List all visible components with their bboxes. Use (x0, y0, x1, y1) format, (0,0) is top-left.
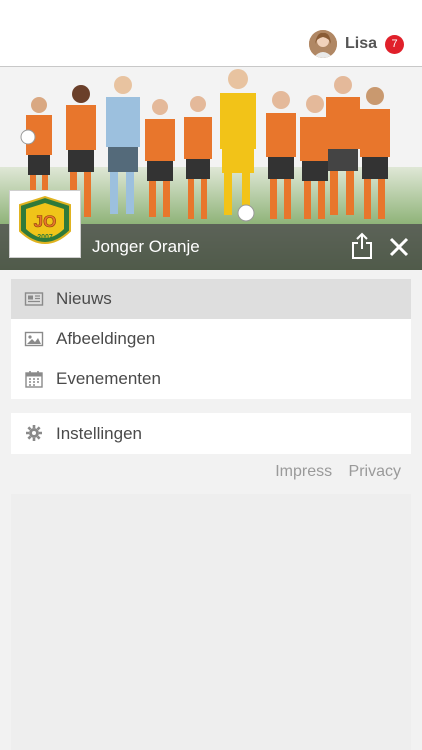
primary-menu: Nieuws Afbeeldingen Evenementen (11, 279, 411, 399)
secondary-menu: Instellingen (11, 413, 411, 454)
menu-label: Instellingen (56, 423, 143, 443)
content-area (11, 494, 411, 750)
user-name[interactable]: Lisa (345, 35, 377, 53)
image-icon (24, 331, 44, 347)
menu-label: Afbeeldingen (56, 329, 156, 348)
calendar-icon (25, 371, 43, 388)
avatar[interactable] (308, 30, 337, 58)
top-bar: Lisa 7 (0, 0, 422, 67)
menu-item-evenementen[interactable]: Evenementen (11, 359, 411, 399)
menu-item-nieuws[interactable]: Nieuws (11, 279, 411, 319)
team-header: Jonger Oranje JO 2007 (0, 67, 422, 270)
impress-link[interactable]: Impress (275, 463, 332, 480)
footer-links: Impress Privacy (263, 463, 401, 481)
menu-item-instellingen[interactable]: Instellingen (11, 413, 411, 454)
privacy-link[interactable]: Privacy (349, 463, 401, 480)
team-logo: JO 2007 (9, 190, 81, 258)
gear-icon (26, 425, 42, 441)
user-profile[interactable]: Lisa 7 (308, 29, 404, 59)
newspaper-icon (24, 292, 44, 306)
menu-item-afbeeldingen[interactable]: Afbeeldingen (11, 319, 411, 359)
team-name: Jonger Oranje (92, 237, 200, 256)
notification-badge[interactable]: 7 (385, 34, 404, 54)
close-icon[interactable] (388, 236, 410, 258)
share-icon[interactable] (350, 232, 374, 260)
logo-year: 2007 (37, 234, 53, 241)
menu-label: Nieuws (56, 289, 112, 308)
logo-text: JO (34, 212, 57, 231)
menu-label: Evenementen (56, 369, 161, 388)
